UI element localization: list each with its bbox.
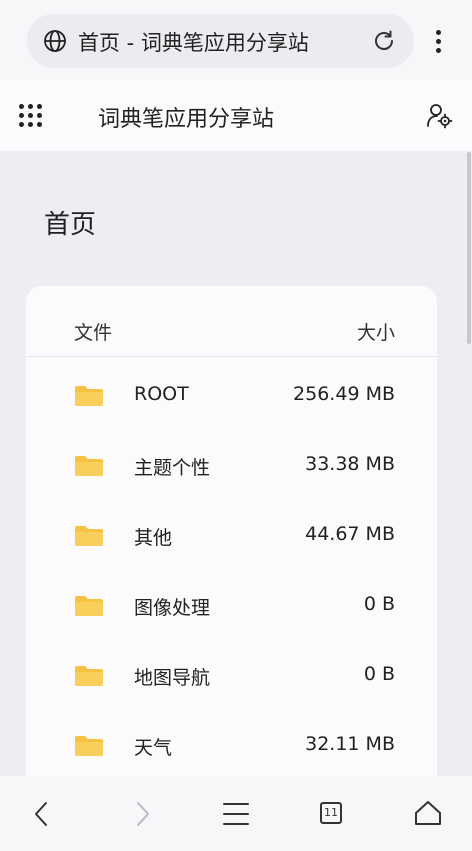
file-name[interactable]: 图像处理 (134, 593, 210, 620)
column-header-file: 文件 (74, 322, 113, 344)
address-bar-title: 首页 - 词典笔应用分享站 (78, 31, 309, 55)
file-size: 32.11 MB (305, 733, 395, 755)
browser-toolbar: 首页 - 词典笔应用分享站 (0, 0, 472, 80)
file-row[interactable]: 天气 32.11 MB (26, 710, 437, 780)
back-icon[interactable] (26, 798, 58, 830)
tabs-icon[interactable]: 11 (320, 802, 342, 824)
file-row[interactable]: 地图导航 0 B (26, 640, 437, 710)
file-name[interactable]: ROOT (134, 383, 189, 405)
file-size: 0 B (363, 663, 395, 685)
column-header-size: 大小 (356, 322, 395, 344)
file-list-header: 文件 大小 (26, 286, 437, 357)
site-header: 词典笔应用分享站 (0, 80, 472, 151)
folder-icon (75, 666, 103, 686)
more-vertical-icon[interactable] (428, 26, 448, 56)
reload-icon[interactable] (371, 28, 397, 54)
file-name[interactable]: 其他 (134, 523, 172, 550)
forward-icon[interactable] (126, 798, 158, 830)
file-row[interactable]: 主题个性 33.38 MB (26, 430, 437, 500)
menu-icon[interactable] (220, 798, 252, 830)
file-row[interactable]: 其他 44.67 MB (26, 500, 437, 570)
folder-icon (75, 386, 103, 406)
page-title: 首页 (44, 210, 97, 240)
apps-grid-icon[interactable] (19, 104, 43, 128)
globe-icon (44, 30, 66, 52)
file-size: 0 B (363, 593, 395, 615)
home-icon[interactable] (412, 798, 444, 830)
folder-icon (75, 526, 103, 546)
file-name[interactable]: 主题个性 (134, 453, 210, 480)
folder-icon (75, 736, 103, 756)
file-row[interactable]: ROOT 256.49 MB (26, 360, 437, 430)
file-name[interactable]: 地图导航 (134, 663, 210, 690)
file-row[interactable]: 图像处理 0 B (26, 570, 437, 640)
page-scrollbar[interactable] (467, 152, 471, 344)
folder-icon (75, 596, 103, 616)
file-size: 33.38 MB (305, 453, 395, 475)
file-list-card: 文件 大小 ROOT 256.49 MB 主题个性 33.38 MB 其他 44… (26, 286, 437, 806)
user-settings-icon[interactable] (426, 102, 454, 130)
bottom-navigation: 11 (0, 776, 472, 851)
address-bar[interactable]: 首页 - 词典笔应用分享站 (27, 14, 414, 68)
file-name[interactable]: 天气 (134, 733, 172, 760)
file-size: 256.49 MB (293, 383, 395, 405)
site-title[interactable]: 词典笔应用分享站 (98, 101, 274, 133)
file-size: 44.67 MB (305, 523, 395, 545)
folder-icon (75, 456, 103, 476)
